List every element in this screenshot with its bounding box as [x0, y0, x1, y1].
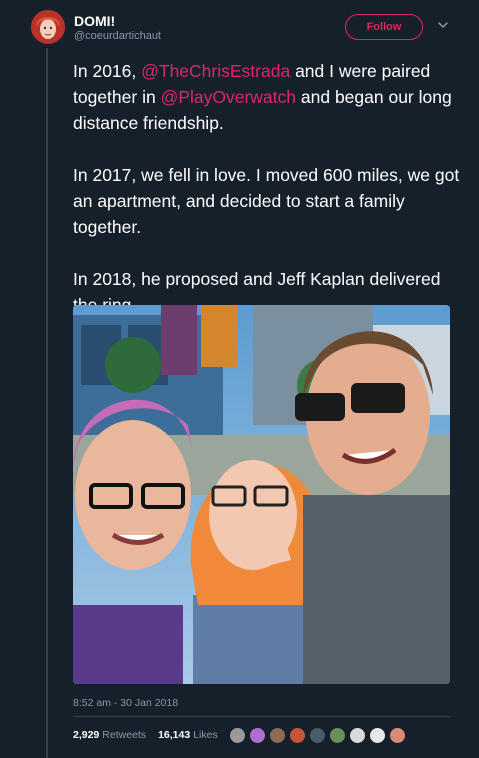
mention-link-playoverwatch[interactable]: @PlayOverwatch [161, 87, 296, 107]
divider [73, 716, 450, 717]
liker-avatar[interactable] [229, 727, 246, 744]
tweet-stats: 2,929 Retweets 16,143 Likes [73, 729, 230, 741]
tweet-paragraph-1: In 2016, @TheChrisEstrada and I were pai… [73, 58, 463, 136]
tweet-text: In 2016, @TheChrisEstrada and I were pai… [73, 58, 463, 318]
liker-avatar[interactable] [269, 727, 286, 744]
liker-avatar[interactable] [369, 727, 386, 744]
user-name[interactable]: DOMI! [74, 13, 115, 29]
liker-avatar[interactable] [309, 727, 326, 744]
follow-button[interactable]: Follow [345, 14, 423, 40]
likes-label[interactable]: Likes [193, 729, 218, 741]
tweet-timestamp[interactable]: 8:52 am - 30 Jan 2018 [73, 697, 178, 709]
chevron-down-icon[interactable] [436, 18, 450, 32]
liker-avatar[interactable] [249, 727, 266, 744]
liker-avatar[interactable] [389, 727, 406, 744]
avatar-image [31, 10, 65, 44]
user-handle[interactable]: @coeurdartichaut [74, 30, 161, 42]
tweet-photo-image [73, 305, 450, 684]
tweet-text-segment: In 2016, [73, 61, 142, 81]
thread-line [46, 48, 48, 758]
likes-count[interactable]: 16,143 [158, 729, 190, 741]
liker-avatar[interactable] [329, 727, 346, 744]
liker-avatar[interactable] [289, 727, 306, 744]
avatar[interactable] [31, 10, 65, 44]
liker-avatars [229, 727, 409, 744]
mention-link-thechrisestrada[interactable]: @TheChrisEstrada [141, 61, 290, 81]
liker-avatar[interactable] [349, 727, 366, 744]
retweets-label[interactable]: Retweets [102, 729, 146, 741]
tweet-photo[interactable] [73, 305, 450, 684]
tweet-paragraph-2: In 2017, we fell in love. I moved 600 mi… [73, 165, 460, 237]
retweets-count[interactable]: 2,929 [73, 729, 99, 741]
